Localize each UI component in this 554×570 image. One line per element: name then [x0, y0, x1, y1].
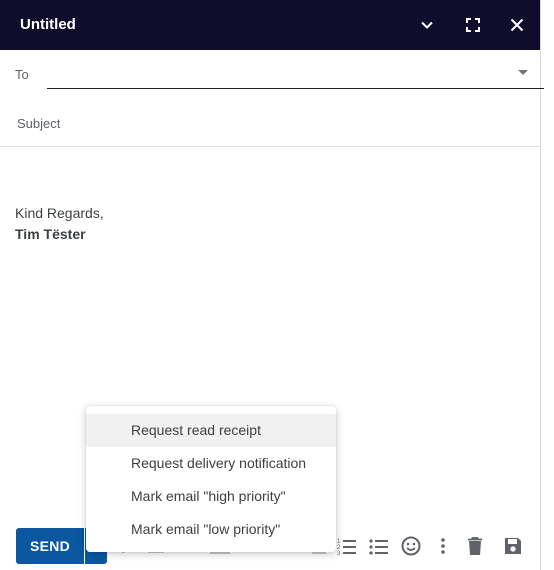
signature-name: Tim Tëster — [15, 226, 86, 242]
numbered-list-icon[interactable]: 1 2 3 — [336, 535, 358, 557]
compose-title: Untitled — [20, 16, 76, 33]
fullscreen-icon[interactable] — [463, 15, 483, 35]
svg-text:3: 3 — [337, 551, 341, 557]
subject-field[interactable] — [15, 112, 529, 134]
save-icon[interactable] — [502, 535, 524, 557]
to-row: To — [0, 50, 544, 98]
to-label: To — [15, 67, 29, 82]
chevron-down-icon[interactable] — [417, 15, 437, 35]
bulleted-list-icon[interactable] — [368, 535, 390, 557]
menu-item-high-priority[interactable]: Mark email "high priority" — [86, 480, 336, 513]
menu-item-low-priority[interactable]: Mark email "low priority" — [86, 513, 336, 546]
to-field[interactable] — [47, 58, 544, 89]
subject-row — [0, 98, 540, 147]
compose-titlebar: Untitled — [0, 0, 540, 50]
menu-item-read-receipt[interactable]: Request read receipt — [86, 414, 336, 447]
menu-item-delivery-notification[interactable]: Request delivery notification — [86, 447, 336, 480]
to-dropdown-caret-icon[interactable] — [518, 70, 528, 75]
signature-greeting: Kind Regards, — [15, 205, 104, 221]
trash-icon[interactable] — [464, 535, 486, 557]
more-vert-icon[interactable] — [432, 535, 454, 557]
close-icon[interactable] — [507, 15, 527, 35]
emoji-icon[interactable] — [400, 535, 422, 557]
send-options-menu: Request read receipt Request delivery no… — [86, 406, 336, 552]
send-button[interactable]: SEND — [16, 528, 84, 564]
